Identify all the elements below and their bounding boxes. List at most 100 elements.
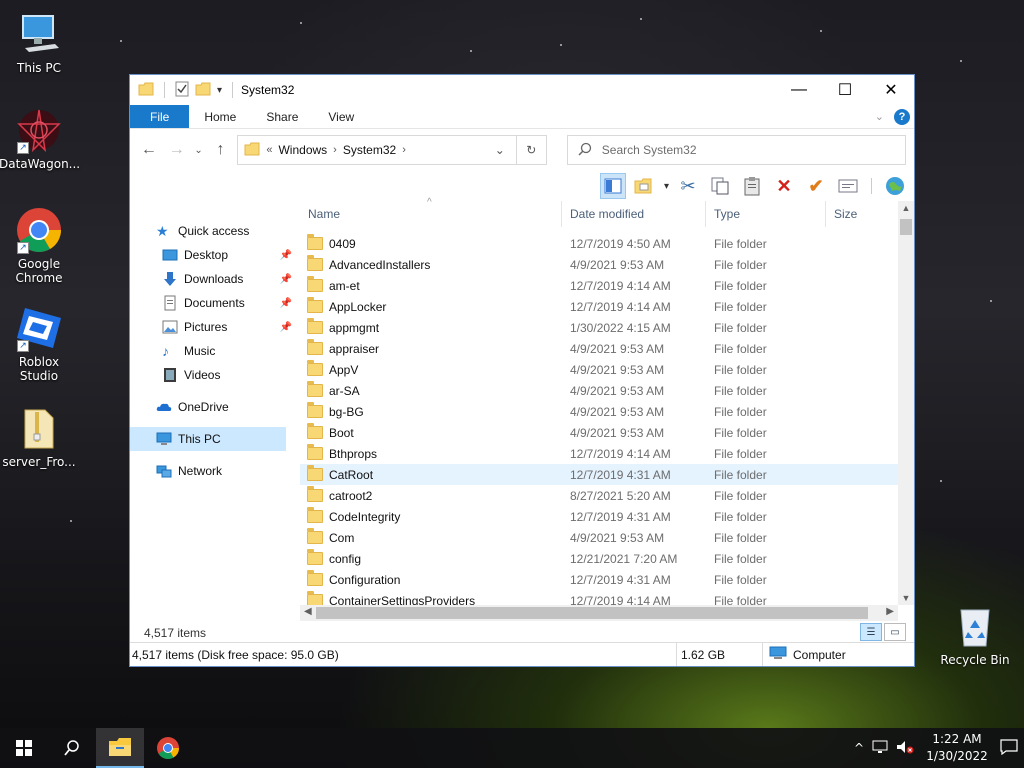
desktop-icon [162, 247, 178, 263]
table-row[interactable]: bg-BG 4/9/2021 9:53 AM File folder [300, 401, 898, 422]
table-row[interactable]: Boot 4/9/2021 9:53 AM File folder [300, 422, 898, 443]
nav-network[interactable]: Network [130, 459, 300, 483]
table-row[interactable]: ar-SA 4/9/2021 9:53 AM File folder [300, 380, 898, 401]
layout-chevron-down-icon[interactable]: ▾ [664, 181, 669, 192]
scroll-left-icon[interactable]: ◀ [304, 606, 312, 617]
nav-quick-access[interactable]: ★ Quick access [130, 219, 300, 243]
table-row[interactable]: Com 4/9/2021 9:53 AM File folder [300, 527, 898, 548]
action-center-icon[interactable] [1000, 738, 1018, 758]
nav-desktop[interactable]: Desktop 📌 [130, 243, 300, 267]
table-row[interactable]: CodeIntegrity 12/7/2019 4:31 AM File folde… [300, 506, 898, 527]
search-button[interactable] [48, 728, 96, 768]
scroll-down-icon[interactable]: ▼ [898, 593, 914, 603]
scroll-up-icon[interactable]: ▲ [898, 203, 914, 213]
table-row[interactable]: AppV 4/9/2021 9:53 AM File folder [300, 359, 898, 380]
clock[interactable]: 1:22 AM 1/30/2022 [922, 731, 992, 765]
desktop-icon-this-pc[interactable]: This PC [0, 10, 79, 75]
column-header-size[interactable]: Size [826, 201, 906, 227]
table-row[interactable]: catroot2 8/27/2021 5:20 AM File folder [300, 485, 898, 506]
nav-downloads[interactable]: Downloads 📌 [130, 267, 300, 291]
table-row[interactable]: ContainerSettingsProviders 12/7/2019 4:14… [300, 590, 898, 605]
nav-music[interactable]: ♪ Music [130, 339, 300, 363]
desktop-icon-recycle-bin[interactable]: Recycle Bin [935, 602, 1015, 667]
pin-icon[interactable]: 📌 [280, 250, 292, 261]
table-row[interactable]: config 12/21/2021 7:20 AM File folder [300, 548, 898, 569]
table-row[interactable]: AppLocker 12/7/2019 4:14 AM File folder [300, 296, 898, 317]
help-icon[interactable]: ? [894, 108, 910, 125]
table-row[interactable]: CatRoot 12/7/2019 4:31 AM File folder [300, 464, 898, 485]
column-header-type[interactable]: Type [706, 201, 826, 227]
table-row[interactable]: Configuration 12/7/2019 4:31 AM File folde… [300, 569, 898, 590]
start-button[interactable] [0, 728, 48, 768]
chevron-right-icon[interactable]: › [402, 144, 406, 156]
show-hidden-icons-chevron-up-icon[interactable]: ^ [854, 741, 864, 755]
network-icon [156, 463, 172, 479]
minimize-button[interactable]: — [776, 75, 822, 105]
up-arrow-icon[interactable]: ↑ [210, 141, 232, 159]
refresh-icon[interactable]: ↻ [515, 136, 546, 164]
nav-pictures[interactable]: Pictures 📌 [130, 315, 300, 339]
table-row[interactable]: appmgmt 1/30/2022 4:15 AM File folder [300, 317, 898, 338]
nav-this-pc[interactable]: This PC [130, 427, 286, 451]
taskbar-chrome[interactable] [144, 728, 192, 768]
delete-x-icon[interactable]: ✕ [771, 173, 797, 199]
folder-icon [307, 276, 323, 292]
breadcrumb-overflow[interactable]: « [266, 144, 272, 156]
table-row[interactable]: Bthprops 12/7/2019 4:14 AM File folder [300, 443, 898, 464]
table-row[interactable]: am-et 12/7/2019 4:14 AM File folder [300, 275, 898, 296]
close-button[interactable]: ✕ [868, 75, 914, 105]
scroll-right-icon[interactable]: ▶ [886, 606, 894, 617]
address-history-chevron-down-icon[interactable]: ⌄ [490, 143, 510, 157]
back-arrow-icon[interactable]: ← [138, 141, 160, 159]
customize-chevron-down-icon[interactable]: ▾ [217, 85, 222, 96]
details-view-icon[interactable]: ☰ [860, 623, 882, 641]
table-row[interactable]: appraiser 4/9/2021 9:53 AM File folder [300, 338, 898, 359]
desktop-icon-server-zip[interactable]: server_Fro... [0, 404, 79, 469]
layout-menu-icon[interactable] [632, 173, 658, 199]
nav-documents[interactable]: Documents 📌 [130, 291, 300, 315]
cut-scissors-icon[interactable]: ✂ [675, 173, 701, 199]
search-icon [64, 740, 79, 756]
chevron-right-icon[interactable]: › [333, 144, 337, 156]
tab-home[interactable]: Home [189, 105, 251, 128]
horizontal-scroll-thumb[interactable] [316, 607, 868, 619]
paste-clipboard-icon[interactable] [739, 173, 765, 199]
tab-file[interactable]: File [130, 105, 190, 128]
nav-videos[interactable]: Videos [130, 363, 300, 387]
desktop-icon-chrome[interactable]: ↗ Google Chrome [0, 206, 79, 285]
navigation-pane-icon[interactable] [599, 173, 626, 199]
table-row[interactable]: AdvancedInstallers 4/9/2021 9:53 AM File f… [300, 254, 898, 275]
tab-view[interactable]: View [313, 105, 369, 128]
large-icons-view-icon[interactable]: ▭ [884, 623, 906, 641]
new-folder-icon[interactable] [195, 82, 211, 99]
rename-check-icon[interactable]: ✔ [803, 173, 829, 199]
recent-locations-chevron-icon[interactable]: ⌄ [194, 145, 204, 156]
network-icon[interactable] [872, 740, 888, 757]
pin-icon[interactable]: 📌 [280, 298, 292, 309]
column-header-date[interactable]: Date modified [562, 201, 706, 227]
breadcrumb-system32[interactable]: System32 [343, 143, 396, 157]
table-row[interactable]: 0409 12/7/2019 4:50 AM File folder [300, 233, 898, 254]
address-bar[interactable]: « Windows › System32 › ⌄ ↻ [237, 135, 547, 165]
desktop-icon-roblox-studio[interactable]: ↗ Roblox Studio [0, 304, 79, 383]
nav-onedrive[interactable]: OneDrive [130, 395, 300, 419]
scroll-thumb[interactable] [900, 219, 912, 235]
tab-share[interactable]: Share [251, 105, 313, 128]
expand-ribbon-chevron-icon[interactable]: ⌄ [875, 110, 884, 123]
desktop-icon-datawagon[interactable]: ↗ DataWagon... [0, 106, 80, 171]
properties-check-icon[interactable] [175, 81, 189, 100]
pin-icon[interactable]: 📌 [280, 322, 292, 333]
maximize-button[interactable]: ☐ [822, 75, 868, 105]
vertical-scrollbar[interactable]: ▲ ▼ [898, 201, 914, 605]
breadcrumb-windows[interactable]: Windows [278, 143, 327, 157]
properties-card-icon[interactable] [835, 173, 861, 199]
forward-arrow-icon[interactable]: → [166, 141, 188, 159]
search-input[interactable]: Search System32 [566, 135, 907, 165]
globe-icon[interactable] [882, 173, 908, 199]
pin-icon[interactable]: 📌 [280, 274, 292, 285]
copy-icon[interactable] [707, 173, 733, 199]
horizontal-scrollbar[interactable]: ◀ ▶ [300, 605, 898, 621]
taskbar-file-explorer[interactable] [96, 728, 144, 768]
volume-muted-icon[interactable] [896, 740, 914, 757]
file-name: 0409 [329, 236, 356, 251]
